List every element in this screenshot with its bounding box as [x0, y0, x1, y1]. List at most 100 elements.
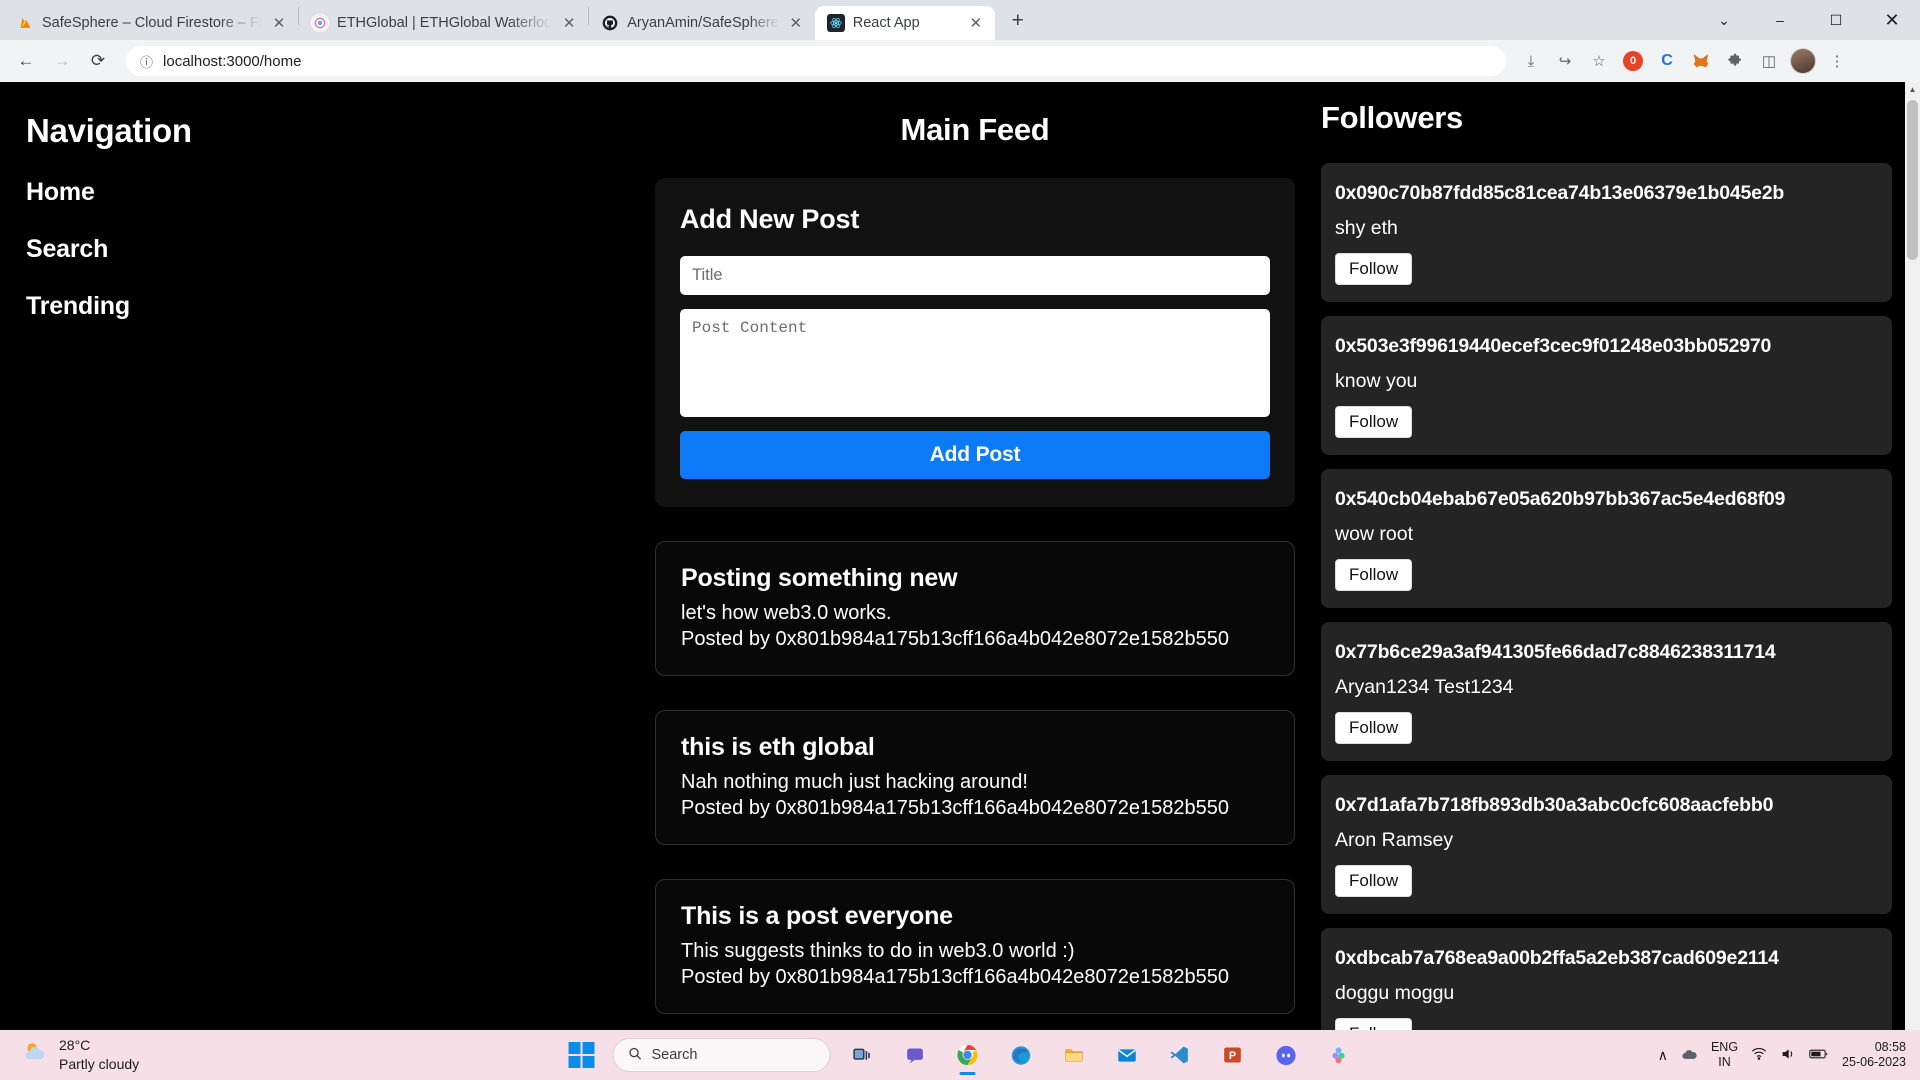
follower-card: 0xdbcab7a768ea9a00b2ffa5a2eb387cad609e21…: [1321, 928, 1892, 1030]
share-icon[interactable]: ↪: [1550, 46, 1580, 76]
teams-icon[interactable]: [895, 1035, 935, 1075]
follow-button[interactable]: Follow: [1335, 406, 1413, 438]
minimize-button[interactable]: –: [1752, 0, 1808, 40]
powerpoint-icon[interactable]: P: [1213, 1035, 1253, 1075]
avatar[interactable]: [1788, 46, 1818, 76]
tab-search-icon[interactable]: ⌄: [1696, 0, 1752, 40]
reload-icon[interactable]: ⟳: [82, 45, 114, 77]
post-content-input[interactable]: [680, 309, 1270, 417]
close-icon[interactable]: ✕: [787, 14, 805, 32]
follower-address: 0x503e3f99619440ecef3cec9f01248e03bb0529…: [1335, 335, 1772, 357]
follower-card: 0x090c70b87fdd85c81cea74b13e06379e1b045e…: [1321, 163, 1892, 302]
safesphere-app: Navigation Home Search Trending Main Fee…: [0, 82, 1905, 1030]
browser-tab-1[interactable]: ETHGlobal | ETHGlobal Waterloo ✕: [299, 6, 588, 40]
chrome-icon[interactable]: [948, 1035, 988, 1075]
page-scrollbar[interactable]: ▲: [1905, 82, 1920, 1030]
follower-card: 0x77b6ce29a3af941305fe66dad7c88462383117…: [1321, 622, 1892, 761]
sidebar-item-trending[interactable]: Trending: [26, 292, 655, 321]
posted-by-prefix: Posted by: [681, 797, 776, 819]
start-button[interactable]: [562, 1035, 602, 1075]
download-icon[interactable]: ⤓: [1516, 46, 1546, 76]
follower-name: know you: [1335, 370, 1418, 392]
follower-address: 0x090c70b87fdd85c81cea74b13e06379e1b045e…: [1335, 182, 1785, 204]
browser-tab-label: React App: [852, 15, 920, 31]
discord-icon[interactable]: [1266, 1035, 1306, 1075]
post-author: Posted by 0x801b984a175b13cff166a4b042e8…: [681, 628, 1269, 651]
sidebar-item-home[interactable]: Home: [26, 178, 655, 207]
follower-card: 0x503e3f99619440ecef3cec9f01248e03bb0529…: [1321, 316, 1892, 455]
github-icon: [601, 14, 619, 32]
post-author-address: 0x801b984a175b13cff166a4b042e8072e1582b5…: [775, 966, 1229, 988]
extensions-puzzle-icon[interactable]: [1720, 46, 1750, 76]
post-title-input[interactable]: [680, 256, 1270, 295]
address-bar[interactable]: ⓘ localhost:3000/home: [126, 46, 1506, 76]
browser-tab-3[interactable]: React App ✕: [814, 6, 995, 40]
battery-icon[interactable]: [1809, 1047, 1829, 1063]
sidebar-item-search[interactable]: Search: [26, 235, 655, 264]
add-post-button[interactable]: Add Post: [680, 431, 1270, 479]
follow-button[interactable]: Follow: [1335, 712, 1413, 744]
follower-card: 0x540cb04ebab67e05a620b97bb367ac5e4ed68f…: [1321, 469, 1892, 608]
mail-icon[interactable]: [1107, 1035, 1147, 1075]
new-tab-button[interactable]: +: [1001, 4, 1035, 38]
onedrive-cloud-icon[interactable]: [1681, 1047, 1698, 1064]
wifi-icon[interactable]: [1751, 1047, 1767, 1063]
main-feed-title: Main Feed: [900, 112, 1050, 147]
follow-button[interactable]: Follow: [1335, 865, 1413, 897]
close-window-button[interactable]: ✕: [1864, 0, 1920, 40]
clock-time: 08:58: [1874, 1040, 1906, 1054]
side-panel-icon[interactable]: ◫: [1754, 46, 1784, 76]
posted-by-prefix: Posted by: [681, 628, 776, 650]
toolbar-icon-group: ⤓ ↪ ☆ 0 C ◫ ⋮: [1516, 46, 1852, 76]
weather-text: 28°C Partly cloudy: [59, 1036, 139, 1074]
window-controls: ⌄ – ☐ ✕: [1696, 0, 1920, 40]
profile-avatar-image: [1790, 48, 1816, 74]
follower-name: shy eth: [1335, 217, 1398, 239]
bookmark-star-icon[interactable]: ☆: [1584, 46, 1614, 76]
scrollbar-thumb[interactable]: [1907, 100, 1918, 260]
maximize-button[interactable]: ☐: [1808, 0, 1864, 40]
clock[interactable]: 08:58 25-06-2023: [1842, 1040, 1906, 1070]
post-author-address: 0x801b984a175b13cff166a4b042e8072e1582b5…: [775, 628, 1229, 650]
post-title: This is a post everyone: [681, 902, 953, 930]
vscode-icon[interactable]: [1160, 1035, 1200, 1075]
browser-tab-0[interactable]: SafeSphere – Cloud Firestore – Fi ✕: [4, 6, 298, 40]
taskbar-search-box[interactable]: Search: [612, 1038, 831, 1072]
page-viewport: Navigation Home Search Trending Main Fee…: [0, 82, 1920, 1030]
follower-address: 0xdbcab7a768ea9a00b2ffa5a2eb387cad609e21…: [1335, 947, 1779, 969]
task-view-icon[interactable]: [842, 1035, 882, 1075]
adblock-extension-icon[interactable]: 0: [1618, 46, 1648, 76]
browser-tab-2[interactable]: AryanAmin/SafeSphere ✕: [589, 6, 815, 40]
weather-temperature: 28°C: [59, 1037, 91, 1054]
post-author: Posted by 0x801b984a175b13cff166a4b042e8…: [681, 797, 1269, 820]
post-author: Posted by 0x801b984a175b13cff166a4b042e8…: [681, 966, 1269, 989]
close-icon[interactable]: ✕: [270, 14, 288, 32]
chevron-up-icon[interactable]: ∧: [1658, 1047, 1668, 1064]
colorzilla-extension-icon[interactable]: C: [1652, 46, 1682, 76]
back-icon[interactable]: ←: [10, 45, 42, 77]
language-line1: ENG: [1710, 1040, 1739, 1054]
scroll-up-icon[interactable]: ▲: [1905, 82, 1920, 97]
sidebar-navigation: Navigation Home Search Trending: [0, 94, 655, 1030]
clock-date: 25-06-2023: [1842, 1055, 1906, 1069]
browser-menu-icon[interactable]: ⋮: [1822, 46, 1852, 76]
follower-name: wow root: [1335, 523, 1414, 545]
figma-icon[interactable]: [1319, 1035, 1359, 1075]
follow-button[interactable]: Follow: [1335, 253, 1413, 285]
post-author-address: 0x801b984a175b13cff166a4b042e8072e1582b5…: [775, 797, 1229, 819]
post-title: this is eth global: [681, 733, 875, 761]
site-info-icon[interactable]: ⓘ: [140, 52, 153, 71]
forward-icon[interactable]: →: [46, 45, 78, 77]
follow-button[interactable]: Follow: [1335, 1018, 1413, 1030]
follow-button[interactable]: Follow: [1335, 559, 1413, 591]
edge-icon[interactable]: [1001, 1035, 1041, 1075]
close-icon[interactable]: ✕: [560, 14, 578, 32]
language-indicator[interactable]: ENG IN: [1711, 1040, 1738, 1070]
weather-widget[interactable]: 28°C Partly cloudy: [0, 1036, 260, 1074]
volume-icon[interactable]: [1780, 1047, 1796, 1064]
weather-condition: Partly cloudy: [59, 1056, 140, 1072]
metamask-extension-icon[interactable]: [1686, 46, 1716, 76]
browser-tab-label: SafeSphere – Cloud Firestore – Fi: [42, 15, 263, 31]
close-icon[interactable]: ✕: [967, 14, 985, 32]
file-explorer-icon[interactable]: [1054, 1035, 1094, 1075]
